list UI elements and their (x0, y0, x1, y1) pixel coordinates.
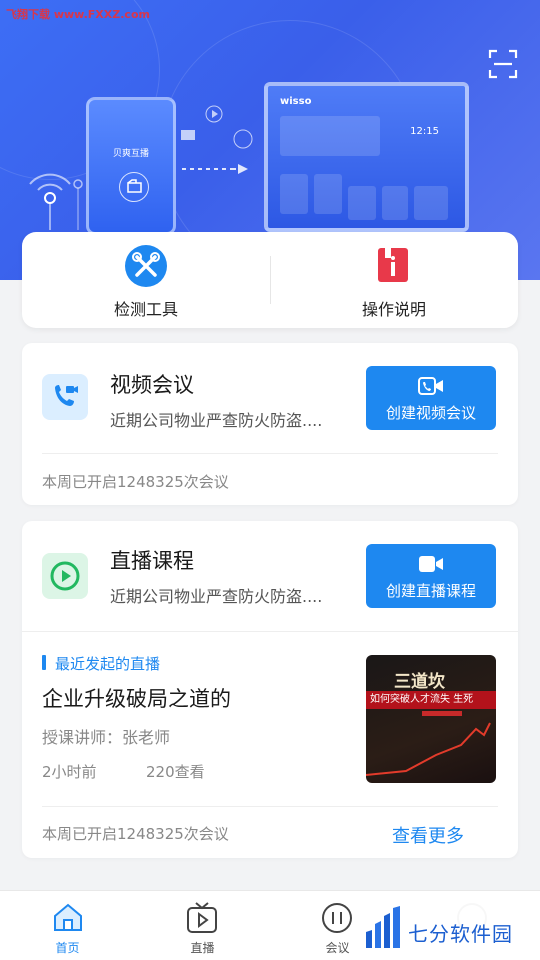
play-icon (205, 105, 223, 123)
meeting-icon (322, 903, 352, 933)
tool-manual[interactable]: 操作说明 (270, 232, 518, 328)
quick-tools-card: 检测工具 操作说明 (22, 232, 518, 328)
brand-badge-text: 七分软件园 (408, 922, 513, 946)
thumb-headline: 三道坎 (394, 672, 445, 692)
brand-badge: 七分软件园 (356, 896, 528, 956)
nav-live[interactable]: 直播 (135, 891, 270, 960)
tv-tile (314, 174, 342, 214)
video-call-icon (42, 374, 88, 420)
live-course-title: 直播课程 (110, 549, 194, 573)
create-live-course-label: 创建直播课程 (385, 582, 476, 600)
video-meeting-stats: 本周已开启1248325次会议 (42, 473, 229, 491)
phone-title: 贝爽互播 (112, 149, 149, 159)
recent-live-time: 2小时前 (42, 763, 97, 781)
arrow-icon (182, 164, 248, 174)
tool-manual-label: 操作说明 (361, 300, 426, 319)
video-camera-icon (419, 556, 443, 572)
tool-detect[interactable]: 检测工具 (22, 232, 270, 328)
tv-tile (280, 116, 380, 156)
live-course-subtitle: 近期公司物业严查防火防盗.... (110, 587, 323, 606)
divider (42, 806, 498, 807)
video-meeting-card: 视频会议 近期公司物业严查防火防盗.... 创建视频会议 本周已开启124832… (22, 343, 518, 505)
manual-icon (378, 248, 408, 282)
tv-tile (382, 186, 408, 220)
recent-live-label: 最近发起的直播 (42, 653, 160, 674)
live-course-card: 直播课程 近期公司物业严查防火防盗.... 创建直播课程 最近发起的直播 企业升… (22, 521, 518, 858)
view-more-link[interactable]: 查看更多 (392, 822, 464, 848)
create-video-meeting-label: 创建视频会议 (385, 404, 476, 422)
create-live-course-button[interactable]: 创建直播课程 (366, 544, 496, 608)
scan-icon[interactable] (488, 49, 518, 79)
video-camera-icon (418, 377, 443, 395)
divider (22, 631, 518, 632)
tools-icon (125, 245, 167, 287)
phone-call-icon (233, 129, 253, 149)
recent-live-views: 220查看 (146, 763, 205, 781)
nav-home[interactable]: 首页 (0, 891, 135, 960)
watermark: 飞翔下载 www.FXXZ.com (6, 8, 150, 21)
tv-illustration: wisso 12:15 (264, 82, 469, 232)
tv-icon (187, 902, 217, 933)
home-icon (54, 903, 82, 931)
video-meeting-subtitle: 近期公司物业严查防火防盗.... (110, 411, 323, 430)
tv-tile (414, 186, 448, 220)
nav-live-label: 直播 (190, 941, 215, 955)
live-play-icon (42, 553, 88, 599)
thumb-banner: 如何突破人才流失 生死 (366, 691, 496, 709)
tv-tile (280, 174, 308, 214)
folder-icon (181, 130, 195, 140)
video-meeting-title: 视频会议 (110, 373, 194, 397)
thumb-graph (366, 722, 491, 776)
tv-tile (348, 186, 376, 220)
folder-icon (119, 172, 149, 202)
tool-detect-label: 检测工具 (113, 300, 178, 319)
phone-illustration: 贝爽互播 (86, 97, 176, 235)
recent-live-teacher: 授课讲师：张老师 (42, 728, 171, 747)
wifi-icon (29, 173, 83, 230)
create-video-meeting-button[interactable]: 创建视频会议 (366, 366, 496, 430)
nav-home-label: 首页 (55, 941, 80, 955)
brand-logo-icon (366, 906, 400, 948)
recent-live-thumbnail[interactable]: 三道坎 如何突破人才流失 生死 (366, 655, 496, 783)
tv-time: 12:15 (410, 126, 439, 137)
divider (42, 453, 498, 454)
tv-logo: wisso (280, 96, 312, 107)
recent-live-title[interactable]: 企业升级破局之道的 (42, 683, 231, 713)
live-course-stats: 本周已开启1248325次会议 (42, 825, 229, 843)
